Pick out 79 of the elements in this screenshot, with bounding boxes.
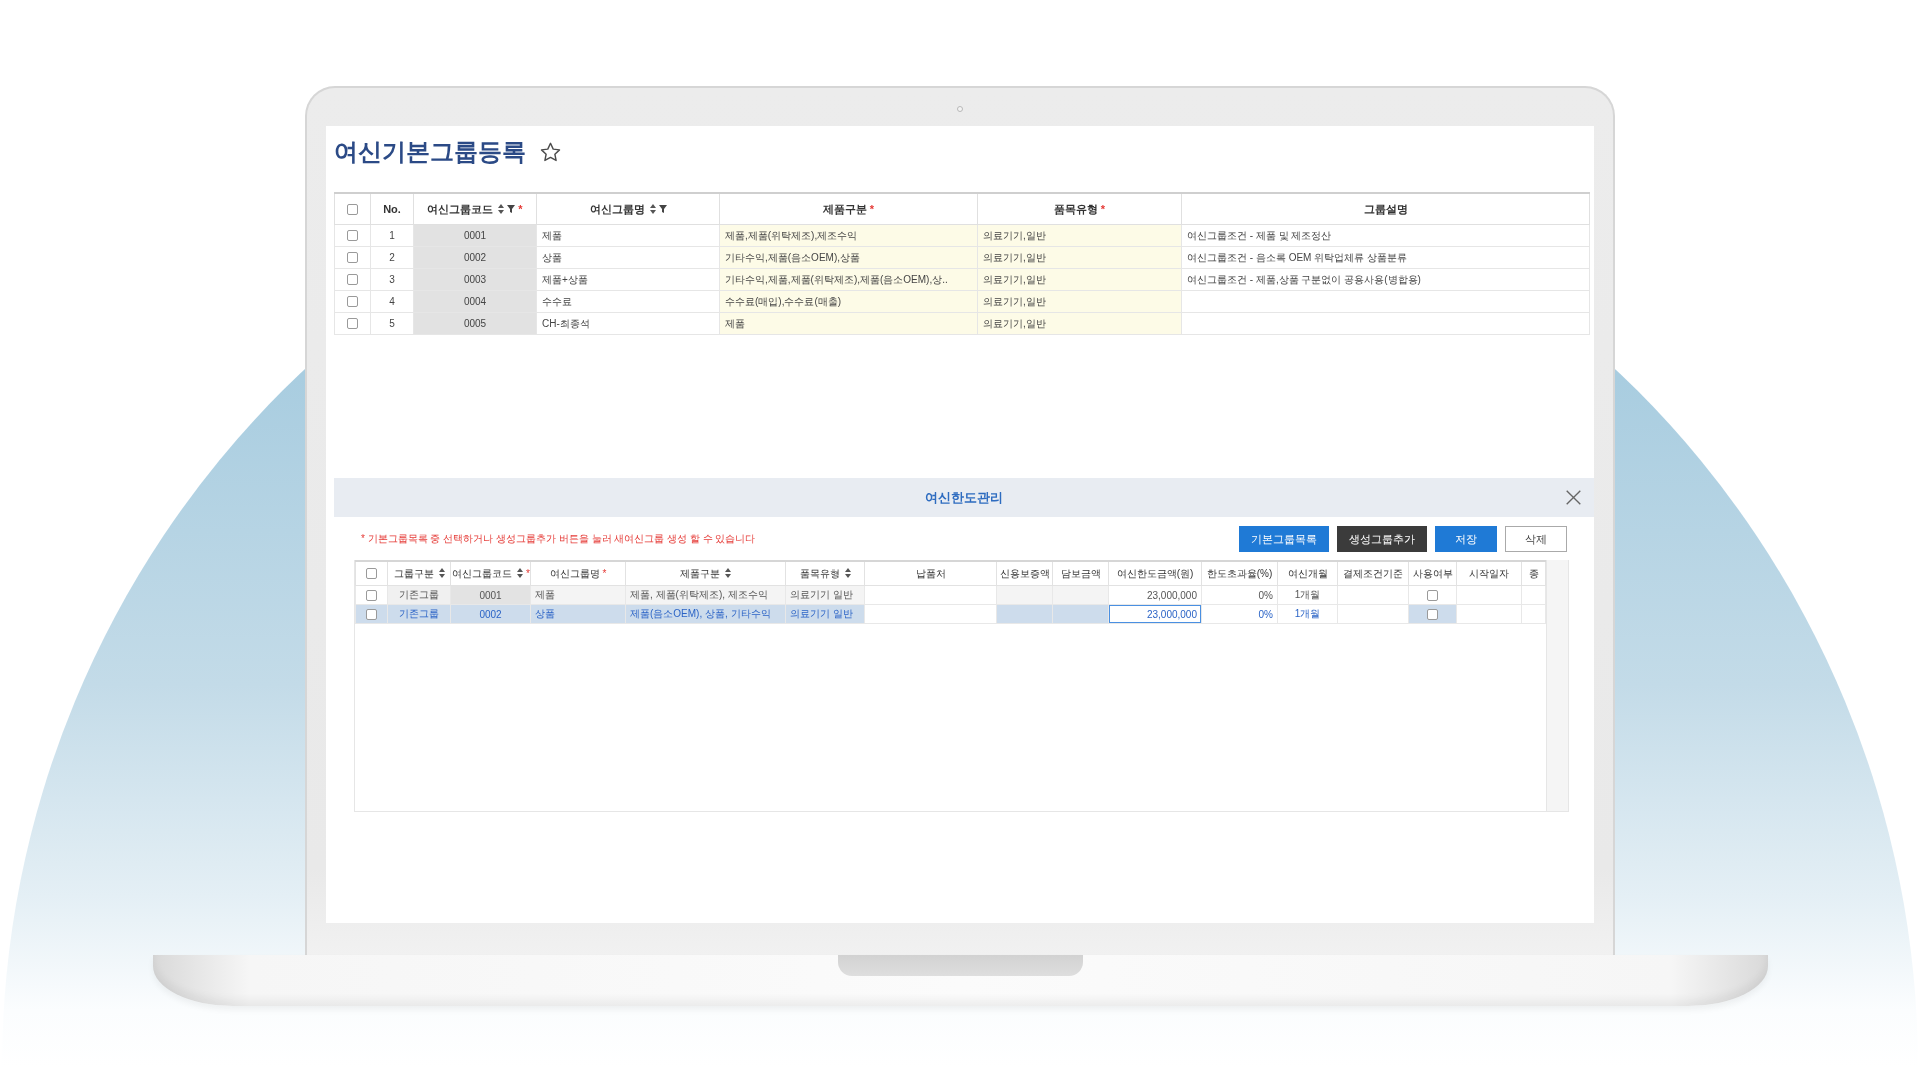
table-cell: 0%	[1201, 604, 1278, 624]
column-header: 사용여부	[1408, 561, 1457, 586]
action-button[interactable]: 삭제	[1505, 526, 1567, 552]
column-header: 종	[1521, 561, 1546, 586]
table-cell: 여신그룹조건 - 제품,상품 구분없이 공용사용(병합용)	[1181, 268, 1590, 291]
table-cell: 여신그룹조건 - 음소록 OEM 위탁업체류 상품분류	[1181, 246, 1590, 269]
table-cell: 기타수익,제품(음소OEM),상품	[719, 246, 978, 269]
use-checkbox[interactable]	[1427, 608, 1438, 620]
row-checkbox[interactable]	[366, 608, 377, 620]
column-header: 시작일자	[1456, 561, 1522, 586]
action-button[interactable]: 저장	[1435, 526, 1497, 552]
table-cell: 수수료	[536, 290, 720, 313]
column-header: 여신한도금액(원)	[1108, 561, 1202, 586]
sort-header[interactable]: 여신그룹코드 *	[450, 561, 531, 586]
column-header: 결제조건기준	[1337, 561, 1409, 586]
panel-title: 여신한도관리	[925, 488, 1003, 507]
row-checkbox[interactable]	[347, 230, 358, 242]
notice-text: * 기본그룹목록 중 선택하거나 생성그룹추가 버튼을 눌러 새여신그룹 생성 할 수 있습니다	[361, 532, 756, 546]
action-button[interactable]: 기본그룹목록	[1239, 526, 1329, 552]
table-cell: 제품+상품	[536, 268, 720, 291]
sort-header[interactable]: 제품구분	[625, 561, 786, 586]
table-cell: 상품	[536, 246, 720, 269]
table-cell: 1개월	[1277, 585, 1338, 605]
row-checkbox[interactable]	[366, 589, 377, 601]
table-cell: 기타수익,제품,제품(위탁제조),제품(음소OEM),상..	[719, 268, 978, 291]
table-cell: 4	[370, 290, 414, 313]
sort-header[interactable]: 품목유형	[785, 561, 865, 586]
table-cell: 제품	[719, 312, 978, 335]
column-header: 여신개월	[1277, 561, 1338, 586]
camera-icon	[957, 106, 963, 112]
table-cell: 5	[370, 312, 414, 335]
action-button[interactable]: 생성그룹추가	[1337, 526, 1427, 552]
column-header: 제품구분 *	[719, 193, 978, 225]
sort-icon[interactable]	[844, 567, 851, 578]
scrollbar-track[interactable]	[1546, 560, 1568, 811]
column-header: 품목유형 *	[977, 193, 1182, 225]
use-checkbox[interactable]	[1427, 589, 1438, 601]
table-cell: 2	[370, 246, 414, 269]
table-cell: 의료기기,일반	[977, 312, 1182, 335]
filter-icon[interactable]	[507, 204, 516, 213]
table-cell: 여신그룹조건 - 제품 및 제조정산	[1181, 224, 1590, 247]
table-cell: 의료기기,일반	[977, 246, 1182, 269]
column-header: No.	[370, 193, 414, 225]
column-header: 납품처	[864, 561, 997, 586]
sort-icon[interactable]	[649, 203, 656, 214]
page-title: 여신기본그룹등록	[334, 138, 526, 166]
row-checkbox[interactable]	[347, 318, 358, 330]
sort-header[interactable]: 여신그룹코드 *	[413, 193, 537, 225]
row-checkbox[interactable]	[347, 252, 358, 264]
table-cell: 1	[370, 224, 414, 247]
sort-header[interactable]: 여신그룹명	[536, 193, 720, 225]
table-cell: 23,000,000	[1108, 585, 1202, 605]
select-all-checkbox[interactable]	[366, 568, 377, 580]
row-checkbox[interactable]	[347, 296, 358, 308]
table-cell: 0%	[1201, 585, 1278, 605]
row-checkbox[interactable]	[347, 274, 358, 286]
column-header: 여신그룹명 *	[530, 561, 626, 586]
table-cell: 제품,제품(위탁제조),제조수익	[719, 224, 978, 247]
table-cell: CH-최종석	[536, 312, 720, 335]
filter-icon[interactable]	[658, 204, 667, 213]
table-cell: 제품	[536, 224, 720, 247]
table-cell: 의료기기,일반	[977, 268, 1182, 291]
sort-icon[interactable]	[517, 567, 523, 578]
column-header: 담보금액	[1052, 561, 1109, 586]
select-all-checkbox[interactable]	[347, 204, 358, 216]
table-cell: 수수료(매입),수수료(매출)	[719, 290, 978, 313]
table-cell: 1개월	[1277, 604, 1338, 624]
table-cell: 의료기기,일반	[977, 290, 1182, 313]
sort-icon[interactable]	[498, 203, 505, 214]
star-icon[interactable]	[540, 141, 561, 163]
column-header: 신용보증액	[996, 561, 1053, 586]
sort-header[interactable]: 그룹구분	[387, 561, 451, 586]
sort-icon[interactable]	[438, 567, 445, 578]
table-cell: 3	[370, 268, 414, 291]
column-header: 그룹설명	[1181, 193, 1590, 225]
sort-icon[interactable]	[725, 567, 731, 578]
column-header: 한도초과율(%)	[1201, 561, 1278, 586]
close-icon[interactable]	[1565, 489, 1582, 506]
table-cell: 의료기기,일반	[977, 224, 1182, 247]
